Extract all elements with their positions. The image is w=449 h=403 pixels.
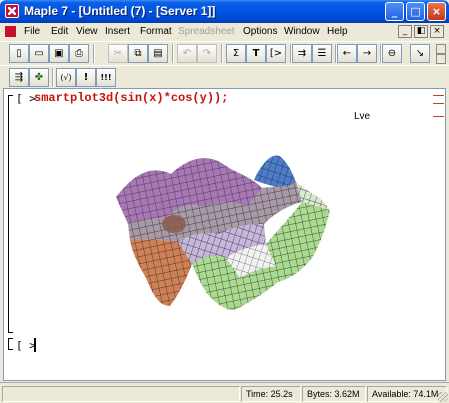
status-bar: Time: 25.2s Bytes: 3.62M Available: 74.1… (0, 382, 449, 403)
toolbar-separator (221, 44, 223, 63)
output-label: Lve (354, 111, 371, 122)
text-icon[interactable]: T (246, 44, 266, 63)
toolbar-scroll-up-button[interactable] (436, 44, 446, 54)
restart-icon[interactable]: ↘ (410, 44, 430, 63)
undo-icon[interactable]: ↶ (177, 44, 197, 63)
menu-bar: File Edit View Insert Format Spreadsheet… (0, 23, 449, 41)
toolbar-scroll-down-button[interactable] (436, 54, 446, 64)
scroll-marker (433, 103, 444, 104)
status-available: Available: 74.1M (367, 386, 447, 402)
status-message (2, 386, 240, 402)
scroll-marker (433, 116, 444, 117)
doc-restore-button[interactable]: ◧ (414, 25, 428, 38)
document-icon[interactable] (5, 26, 16, 37)
cut-icon[interactable]: ✂ (108, 44, 128, 63)
outdent-icon[interactable]: ← (337, 44, 357, 63)
menu-window[interactable]: Window (284, 26, 320, 37)
exclamation-icon[interactable]: ! (76, 68, 96, 87)
menu-help[interactable]: Help (327, 26, 348, 37)
new-file-icon[interactable]: ▯ (9, 44, 29, 63)
maximize-button[interactable]: □ (406, 2, 425, 21)
toolbar-separator (93, 44, 95, 63)
maple-command-input[interactable]: smartplot3d(sin(x)*cos(y)); (34, 91, 228, 105)
menu-spreadsheet[interactable]: Spreadsheet (178, 26, 235, 37)
close-button[interactable]: × (427, 2, 446, 21)
maple-app-icon[interactable] (5, 4, 19, 18)
3d-surface-plot[interactable] (116, 154, 336, 314)
math-input-icon[interactable]: [> (266, 44, 286, 63)
print-icon[interactable]: ⎙ (69, 44, 89, 63)
status-bytes: Bytes: 3.62M (302, 386, 366, 402)
menu-insert[interactable]: Insert (105, 26, 130, 37)
execute-worksheet-icon[interactable]: ⇶ (9, 68, 29, 87)
execute-all-icon[interactable]: !!! (96, 68, 116, 87)
copy-icon[interactable]: ⧉ (128, 44, 148, 63)
menu-view[interactable]: View (76, 26, 98, 37)
minimize-button[interactable]: _ (385, 2, 404, 21)
resize-grip-icon[interactable] (438, 392, 448, 402)
open-folder-icon[interactable]: ▭ (29, 44, 49, 63)
execution-toolbar: ⇶ ✤ (√) ! !!! (0, 65, 449, 88)
redo-icon[interactable]: ↷ (197, 44, 217, 63)
maple-leaf-icon[interactable]: ✤ (29, 68, 49, 87)
insert-section-icon[interactable]: ☰ (312, 44, 332, 63)
toolbar-separator (52, 68, 54, 87)
stop-icon[interactable]: ⊖ (382, 44, 402, 63)
doc-close-button[interactable]: × (430, 25, 444, 38)
menu-file[interactable]: File (24, 26, 40, 37)
indent-icon[interactable]: → (357, 44, 377, 63)
menu-format[interactable]: Format (140, 26, 172, 37)
main-toolbar: ▯ ▭ ▣ ⎙ ✂ ⧉ ▤ ↶ ↷ Σ T [> ⇉ ☰ ← → ⊖ ↘ (0, 41, 449, 65)
scroll-marker (433, 95, 444, 96)
worksheet-vertical-scrollbar[interactable] (431, 89, 445, 380)
paste-icon[interactable]: ▤ (148, 44, 168, 63)
title-bar: Maple 7 - [Untitled (7) - [Server 1]] _ … (0, 0, 449, 23)
window-title: Maple 7 - [Untitled (7) - [Server 1]] (24, 4, 216, 18)
execution-group-bracket[interactable] (8, 95, 13, 333)
toolbar-separator (172, 44, 174, 63)
menu-edit[interactable]: Edit (51, 26, 68, 37)
input-prompt: [ > (16, 92, 36, 105)
input-prompt-2: [ > (16, 339, 36, 352)
check-syntax-icon[interactable]: (√) (56, 68, 76, 87)
text-cursor (34, 338, 36, 352)
status-time: Time: 25.2s (241, 386, 301, 402)
sum-icon[interactable]: Σ (226, 44, 246, 63)
save-icon[interactable]: ▣ (49, 44, 69, 63)
empty-group-bracket[interactable] (8, 338, 13, 350)
worksheet-area[interactable]: [ > smartplot3d(sin(x)*cos(y)); Lve [> (3, 88, 446, 381)
insert-region-icon[interactable]: ⇉ (292, 44, 312, 63)
menu-options[interactable]: Options (243, 26, 277, 37)
doc-minimize-button[interactable]: _ (398, 25, 412, 38)
